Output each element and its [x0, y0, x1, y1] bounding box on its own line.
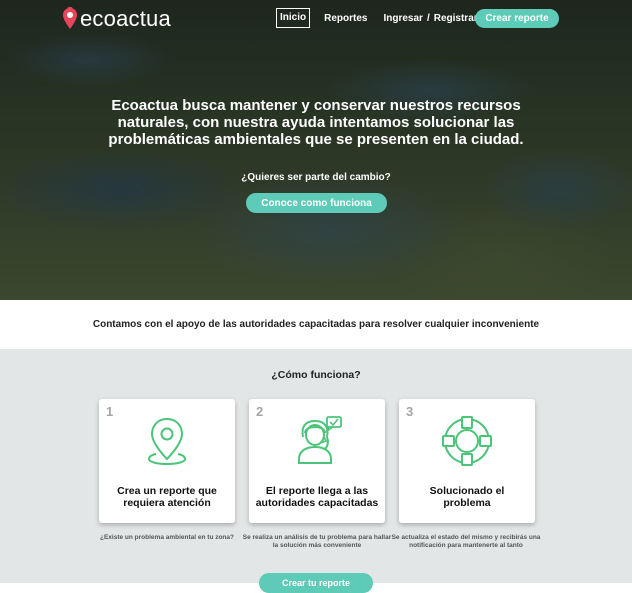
step-number: 1: [106, 404, 114, 419]
step-card-1: 1 Crea un reporte que requiera atención: [99, 399, 235, 523]
step-number: 2: [256, 404, 264, 419]
step-card-2: 2 El reporte llega a las autoridades cap…: [249, 399, 385, 523]
how-it-works-section: ¿Cómo funciona? 1 Crea un reporte que re…: [0, 349, 632, 583]
step-caption-2: Se realiza un análisis de tu problema pa…: [242, 534, 392, 549]
support-banner: Contamos con el apoyo de las autoridades…: [0, 300, 632, 349]
support-agent-icon: [298, 416, 342, 464]
step-card-3: 3 Solucionado el problema: [399, 399, 535, 523]
hero-section: ecoactua Inicio Reportes Ingresar / Regi…: [0, 0, 632, 300]
crear-tu-reporte-button[interactable]: Crear tu reporte: [259, 573, 373, 593]
step-number: 3: [406, 404, 414, 419]
nav-ingresar[interactable]: Ingresar: [383, 13, 422, 24]
lifebuoy-icon: [442, 416, 492, 466]
main-nav: Inicio Reportes Ingresar / Registrarse: [276, 8, 489, 28]
conoce-como-funciona-button[interactable]: Conoce como funciona: [246, 193, 387, 213]
how-it-works-title: ¿Cómo funciona?: [271, 369, 361, 381]
hero-subtitle: ¿Quieres ser parte del cambio?: [241, 172, 391, 183]
nav-separator: /: [426, 12, 430, 24]
crear-reporte-button[interactable]: Crear reporte: [475, 9, 559, 28]
brand-logo[interactable]: ecoactua: [62, 6, 171, 32]
brand-name: ecoactua: [80, 6, 171, 31]
step-title: El reporte llega a las autoridades capac…: [255, 485, 379, 509]
step-title: Solucionado el problema: [429, 485, 505, 509]
step-title: Crea un reporte que requiera atención: [117, 485, 217, 509]
support-text: Contamos con el apoyo de las autoridades…: [92, 319, 540, 330]
location-pin-logo-icon: [63, 7, 77, 29]
step-caption-1: ¿Existe un problema ambiental en tu zona…: [100, 534, 234, 541]
step-caption-3: Se actualiza el estado del mismo y recib…: [391, 534, 541, 549]
location-pin-icon: [147, 417, 187, 466]
nav-inicio[interactable]: Inicio: [276, 8, 311, 28]
hero-title: Ecoactua busca mantener y conservar nues…: [108, 97, 524, 148]
nav-reportes[interactable]: Reportes: [324, 13, 367, 24]
